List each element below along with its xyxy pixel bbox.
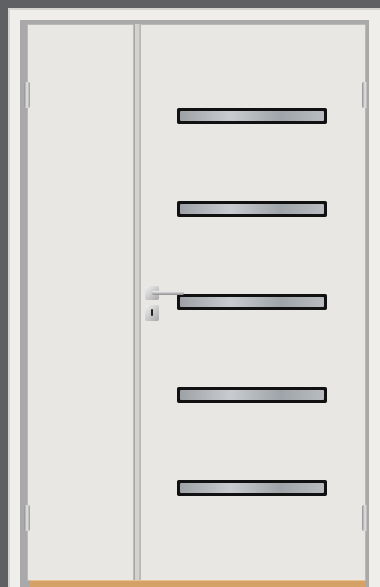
- hinge-icon: [24, 82, 30, 108]
- keyhole-icon: [151, 309, 153, 316]
- glass-panel-2: [177, 201, 327, 217]
- glass-panel-3: [177, 294, 327, 310]
- door-threshold: [30, 580, 365, 587]
- hinge-icon: [24, 505, 30, 531]
- door-handle-lever: [152, 291, 184, 295]
- glass-panel-5: [177, 480, 327, 496]
- glass-panel-4: [177, 387, 327, 403]
- hinge-icon: [362, 505, 368, 531]
- hinge-icon: [362, 82, 368, 108]
- glass-panel-1: [177, 108, 327, 124]
- side-panel-leaf: [27, 24, 134, 581]
